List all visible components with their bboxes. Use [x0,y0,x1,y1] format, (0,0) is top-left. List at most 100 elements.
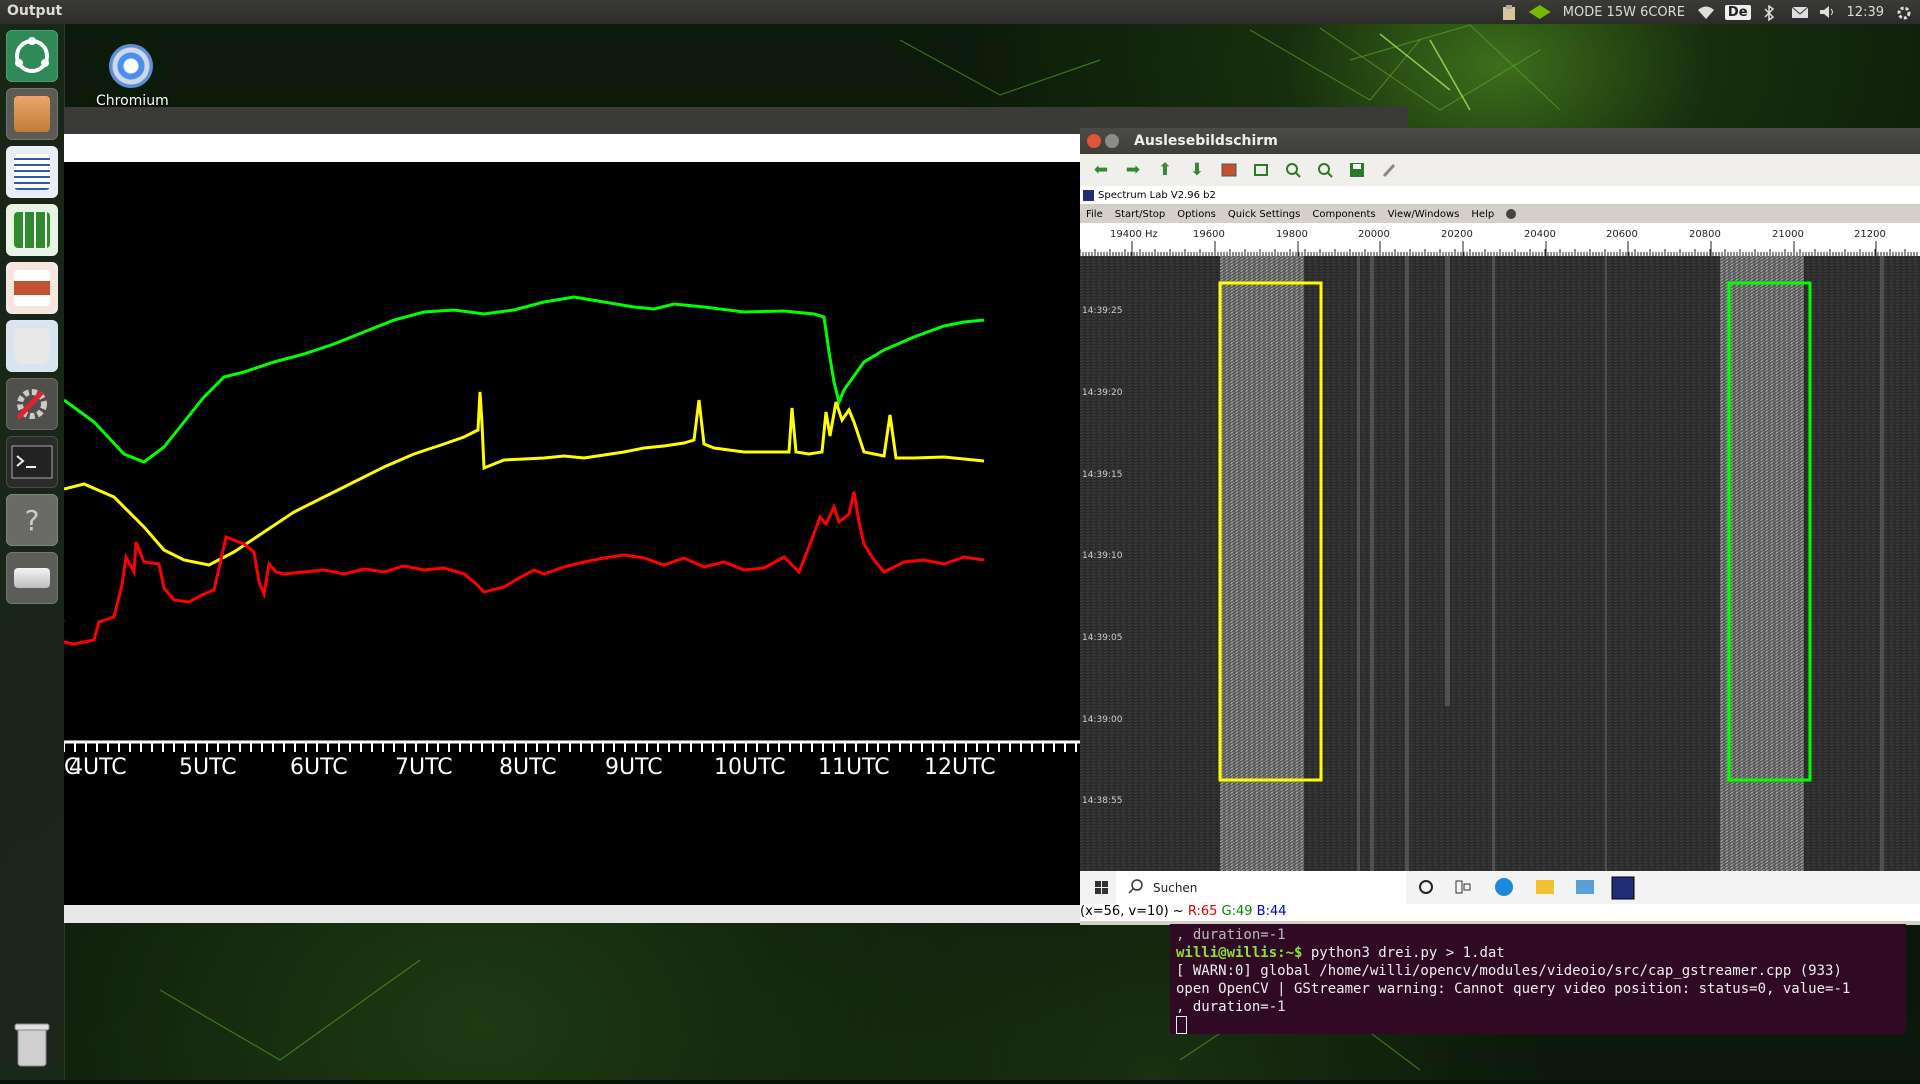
spectrum-window-titlebar[interactable]: Auslesebildschirm [1080,128,1920,154]
spectrum-lab-title: Spectrum Lab V2.96 b2 [1098,189,1216,201]
yellow-signal-trace [64,391,985,567]
time-label: 14:39:10 [1082,551,1123,561]
minimize-window-icon[interactable] [1105,134,1119,148]
back-arrow-icon[interactable]: ⬅ [1090,159,1112,181]
fit-icon[interactable] [1250,159,1272,181]
zoom-out-icon[interactable] [1314,159,1336,181]
frequency-label: 21000 [1772,229,1804,240]
green-signal-trace [64,295,985,464]
impress-icon[interactable] [6,262,58,314]
windows-start-icon[interactable] [1095,881,1108,894]
network-icon[interactable] [1576,880,1594,894]
pixel-status-bar: (x=56, v=10) ~ R:65 G:49 B:44 [1080,904,1920,921]
edge-icon[interactable] [1495,878,1513,896]
writer-icon[interactable] [6,146,58,198]
spectrum-lab-menubar: File Start/Stop Options Quick Settings C… [1080,205,1920,223]
menu-help[interactable]: Help [1471,209,1494,220]
viewer-toolbar: ⬅ ➡ ⬆ ⬇ [1080,154,1920,186]
image-icon[interactable] [1218,159,1240,181]
terminal-line: , duration=-1 [1176,999,1286,1015]
terminal-prompt: willi@willis:~$ [1176,945,1303,961]
trash-icon[interactable] [10,1018,54,1070]
down-arrow-icon[interactable]: ⬇ [1186,159,1208,181]
taskbar-search-text[interactable]: Suchen [1153,881,1197,895]
remote-windows-taskbar: Suchen [1080,871,1920,904]
menu-view-windows[interactable]: View/Windows [1388,209,1460,220]
frequency-label: 19600 [1193,229,1225,240]
frequency-label: 19400 Hz [1110,229,1158,240]
time-axis-label: 6UTC [290,755,348,780]
frequency-label: 20000 [1358,229,1390,240]
system-tray: MODE 15W 6CORE De 12:39 [1501,0,1912,24]
spectrumlab-icon[interactable] [1611,876,1635,900]
desktop-shortcut-chromium[interactable]: Chromium [96,44,169,109]
power-gear-icon[interactable] [1896,5,1912,20]
signal-strength-plot: C4UTC 5UTC 6UTC 7UTC 8UTC 9UTC 10UTC 11UTC 12UTC [64,295,1080,780]
red-value: R:65 [1187,904,1218,919]
menu-quick-settings[interactable]: Quick Settings [1228,209,1300,220]
volume-icon[interactable] [1819,5,1835,19]
terminal-line: open OpenCV | GStreamer warning: Cannot … [1176,981,1851,997]
time-label: 14:39:15 [1082,470,1122,480]
time-axis-label: 4UTC [69,755,127,780]
explorer-icon[interactable] [1536,880,1554,894]
cortana-icon[interactable] [1419,880,1433,894]
frequency-label: 19800 [1276,229,1308,240]
close-window-icon[interactable] [1087,134,1101,148]
save-icon[interactable] [1346,159,1368,181]
svg-text:?: ? [25,504,40,537]
terminal-output[interactable]: , duration=-1 willi@willis:~$ python3 dr… [1170,924,1906,1034]
frequency-label: 20800 [1689,229,1721,240]
clipboard-icon[interactable] [1501,5,1517,20]
mail-icon[interactable] [1791,5,1808,19]
time-axis-label: 7UTC [395,755,453,780]
menu-components[interactable]: Components [1312,209,1375,220]
wifi-icon[interactable] [1697,5,1714,19]
drive-icon[interactable] [6,552,58,604]
nvidia-power-mode[interactable]: MODE 15W 6CORE [1563,5,1685,20]
top-panel: Output MODE 15W 6CORE De 12:39 [0,0,1920,24]
files-icon[interactable] [6,88,58,140]
red-signal-trace [64,491,985,646]
brush-icon[interactable] [1378,159,1400,181]
clock[interactable]: 12:39 [1847,5,1884,20]
green-value: G:49 [1221,904,1253,919]
nvidia-icon[interactable] [1528,5,1551,19]
menu-start-stop[interactable]: Start/Stop [1115,209,1166,220]
software-icon[interactable] [6,320,58,372]
terminal-command: python3 drei.py > 1.dat [1302,945,1505,961]
calc-icon[interactable] [6,204,58,256]
terminal-line: , duration=-1 [1176,927,1286,943]
terminal-icon[interactable] [6,436,58,488]
frequency-label: 21200 [1854,229,1886,240]
keyboard-layout-indicator[interactable]: De [1724,4,1751,20]
up-arrow-icon[interactable]: ⬆ [1154,159,1176,181]
chromium-icon [109,44,153,88]
bluetooth-icon[interactable] [1763,4,1779,22]
time-axis-label: 10UTC [714,755,786,780]
time-label: 14:39:25 [1082,306,1122,316]
time-axis-label: 5UTC [179,755,237,780]
time-axis-label: 12UTC [924,755,996,780]
frequency-label: 20600 [1606,229,1638,240]
zoom-in-icon[interactable] [1282,159,1304,181]
task-view-icon[interactable] [1455,880,1471,894]
help-icon[interactable]: ? [6,494,58,546]
time-axis-label: 9UTC [605,755,663,780]
time-label: 14:39:00 [1082,715,1123,725]
time-axis-label: 11UTC [818,755,890,780]
active-app-title: Output [7,3,63,19]
spectrum-viewer-window: Auslesebildschirm ⬅ ➡ ⬆ ⬇ Spectrum Lab V… [1080,128,1920,925]
settings-icon[interactable] [6,378,58,430]
ubuntu-dash-icon[interactable] [6,30,58,82]
cursor-coordinates: (x=56, v=10) ~ [1080,904,1188,919]
forward-arrow-icon[interactable]: ➡ [1122,159,1144,181]
menu-options[interactable]: Options [1177,209,1216,220]
time-axis-label: 8UTC [499,755,557,780]
frequency-scale: 19400 Hz 19600 19800 20000 20200 20400 20600 20… [1080,223,1920,256]
terminal-line: [ WARN:0] global /home/willi/opencv/modu… [1176,963,1842,979]
graph-plot-area: C 4UTC 5UTC 6UTC 7UTC 8UTC 9UTC 10UTC 11UTC 12UTC [64,162,1080,905]
spectrum-lab-titlebar: Spectrum Lab V2.96 b2 [1080,186,1920,205]
menu-file[interactable]: File [1086,209,1103,220]
frequency-label: 20200 [1441,229,1473,240]
